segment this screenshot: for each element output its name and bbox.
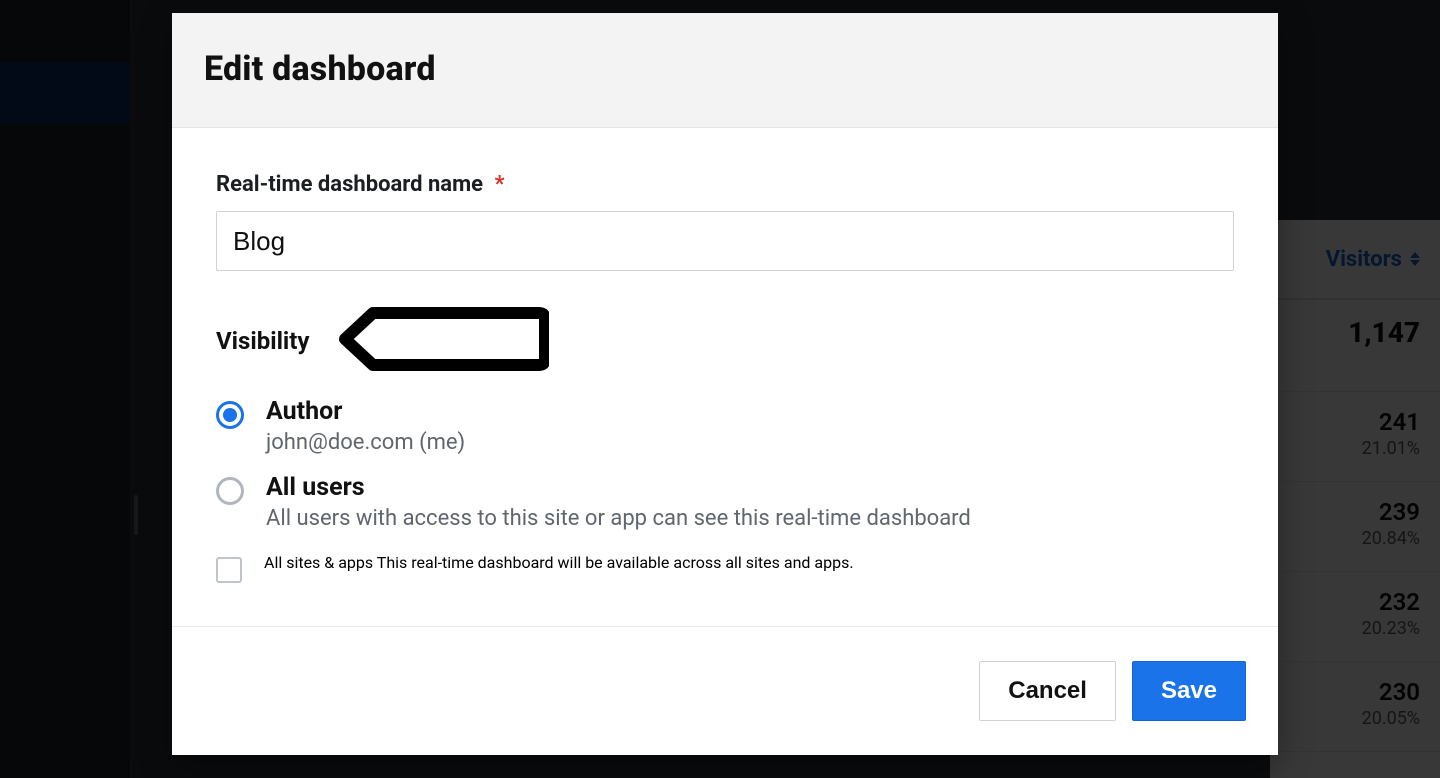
dashboard-name-label: Real-time dashboard name * <box>216 172 1234 197</box>
modal-body: Real-time dashboard name * Visibility Au… <box>172 128 1278 613</box>
pointer-annotation-icon <box>339 307 549 375</box>
required-indicator: * <box>494 172 504 197</box>
visibility-option-all-users[interactable]: All users All users with access to this … <box>216 473 1234 531</box>
checkbox-all-sites[interactable] <box>216 557 242 583</box>
option-title: All users <box>266 473 971 502</box>
radio-all-users[interactable] <box>216 477 244 505</box>
cancel-button[interactable]: Cancel <box>979 661 1116 721</box>
modal-title: Edit dashboard <box>204 49 1238 89</box>
option-subtitle: john@doe.com (me) <box>266 430 465 455</box>
dashboard-name-input[interactable] <box>216 211 1234 271</box>
checkbox-title: All sites & apps <box>264 553 373 572</box>
save-button[interactable]: Save <box>1132 661 1246 721</box>
edit-dashboard-modal: Edit dashboard Real-time dashboard name … <box>172 13 1278 755</box>
modal-footer: Cancel Save <box>172 626 1278 755</box>
all-sites-checkbox-row[interactable]: All sites & apps This real-time dashboar… <box>216 553 1234 583</box>
modal-header: Edit dashboard <box>172 13 1278 128</box>
option-title: Author <box>266 397 465 426</box>
option-subtitle: All users with access to this site or ap… <box>266 506 971 531</box>
checkbox-subtitle: This real-time dashboard will be availab… <box>377 553 854 572</box>
radio-author[interactable] <box>216 401 244 429</box>
visibility-label: Visibility <box>216 327 309 355</box>
visibility-option-author[interactable]: Author john@doe.com (me) <box>216 397 1234 455</box>
visibility-radio-group: Author john@doe.com (me) All users All u… <box>216 397 1234 531</box>
